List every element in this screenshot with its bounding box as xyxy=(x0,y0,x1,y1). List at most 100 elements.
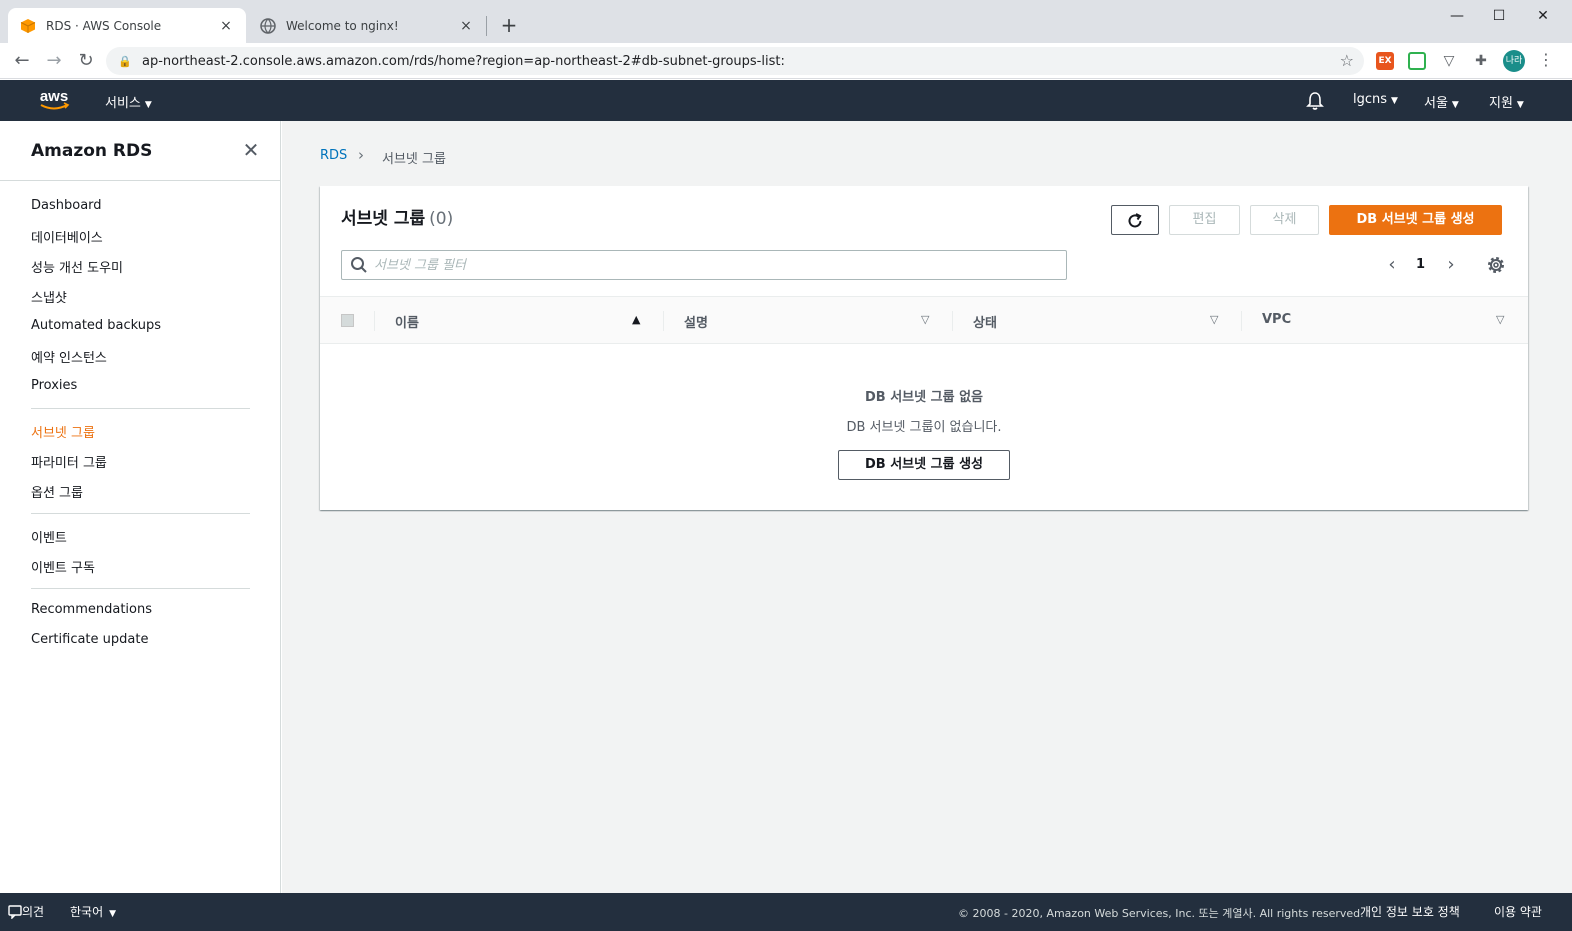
current-page-number[interactable]: 1 xyxy=(1416,257,1425,272)
column-header-name[interactable]: 이름 xyxy=(395,312,419,331)
sort-icon[interactable]: ▽ xyxy=(1210,313,1218,326)
extensions-puzzle-icon[interactable]: ✚ xyxy=(1472,52,1490,70)
gear-icon[interactable] xyxy=(1486,255,1506,275)
browser-toolbar: ← → ↻ 🔒 ap-northeast-2.console.aws.amazo… xyxy=(0,43,1572,79)
caret-down-icon: ▼ xyxy=(1391,96,1398,106)
divider xyxy=(0,180,281,181)
browser-menu-icon[interactable]: ⋮ xyxy=(1538,50,1554,69)
sidebar: Amazon RDS ✕ Dashboard 데이터베이스 성능 개선 도우미 … xyxy=(0,121,281,893)
language-label: 한국어 xyxy=(70,905,104,919)
sidebar-item-parameter-groups[interactable]: 파라미터 그룹 xyxy=(31,452,107,471)
back-arrow-icon[interactable]: ← xyxy=(10,49,34,73)
new-tab-button[interactable]: + xyxy=(498,14,520,36)
filter-search-box[interactable] xyxy=(341,250,1067,280)
account-menu[interactable]: lgcns ▼ xyxy=(1353,92,1398,107)
sidebar-item-databases[interactable]: 데이터베이스 xyxy=(31,227,103,246)
sidebar-item-option-groups[interactable]: 옵션 그룹 xyxy=(31,482,83,501)
column-header-description[interactable]: 설명 xyxy=(684,312,708,331)
search-icon xyxy=(351,257,367,273)
sidebar-item-reserved-instances[interactable]: 예약 인스턴스 xyxy=(31,347,107,366)
empty-create-subnet-group-button[interactable]: DB 서브넷 그룹 생성 xyxy=(838,450,1010,480)
panel-title: 서브넷 그룹 (0) xyxy=(341,204,453,229)
extension-v-icon[interactable]: ▽ xyxy=(1440,52,1458,70)
main-content: RDS › 서브넷 그룹 서브넷 그룹 (0) 편집 삭제 DB 서브넷 그룹 생… xyxy=(282,121,1572,893)
caret-down-icon: ▼ xyxy=(109,909,117,919)
empty-state-description: DB 서브넷 그룹이 없습니다. xyxy=(846,420,1002,435)
chevron-right-icon[interactable]: › xyxy=(1441,254,1461,276)
sidebar-item-performance-insights[interactable]: 성능 개선 도우미 xyxy=(31,257,123,276)
profile-avatar[interactable]: 나라 xyxy=(1503,50,1525,72)
lock-icon: 🔒 xyxy=(118,54,132,68)
sidebar-item-dashboard[interactable]: Dashboard xyxy=(31,198,102,213)
breadcrumb-current: 서브넷 그룹 xyxy=(382,152,446,167)
aws-box-icon xyxy=(20,18,36,33)
subnet-groups-panel: 서브넷 그룹(0) 편집 삭제 DB 서브넷 그룹 생성 ‹ 1 › xyxy=(320,186,1528,510)
support-menu[interactable]: 지원 ▼ xyxy=(1489,92,1524,111)
sidebar-item-automated-backups[interactable]: Automated backups xyxy=(31,318,161,333)
aws-top-nav: aws 서비스 ▼ lgcns ▼ 서울 ▼ 지원 ▼ xyxy=(0,80,1572,121)
create-subnet-group-button[interactable]: DB 서브넷 그룹 생성 xyxy=(1329,205,1502,235)
column-header-status[interactable]: 상태 xyxy=(973,312,997,331)
column-divider xyxy=(663,311,664,331)
sidebar-item-proxies[interactable]: Proxies xyxy=(31,378,77,393)
chevron-right-icon: › xyxy=(358,146,364,164)
sort-icon[interactable]: ▽ xyxy=(921,313,929,326)
browser-tab-nginx[interactable]: Welcome to nginx! × xyxy=(248,8,486,43)
bell-icon[interactable] xyxy=(1306,91,1324,111)
empty-state-title: DB 서브넷 그룹 없음 xyxy=(865,390,983,405)
aws-logo-icon[interactable]: aws xyxy=(36,87,72,113)
delete-button[interactable]: 삭제 xyxy=(1250,205,1319,235)
sidebar-item-certificate-update[interactable]: Certificate update xyxy=(31,632,148,647)
sort-ascending-icon[interactable]: ▲ xyxy=(632,313,640,326)
minimize-button[interactable]: — xyxy=(1434,4,1480,28)
refresh-button[interactable] xyxy=(1111,205,1159,235)
tab-separator xyxy=(486,16,487,36)
sidebar-item-events[interactable]: 이벤트 xyxy=(31,527,67,546)
footer: 의견 한국어 ▼ © 2008 - 2020, Amazon Web Servic… xyxy=(0,893,1572,931)
url-text: ap-northeast-2.console.aws.amazon.com/rd… xyxy=(142,53,785,69)
tab-title: Welcome to nginx! xyxy=(286,18,399,33)
select-all-checkbox[interactable] xyxy=(341,314,354,327)
tab-title: RDS · AWS Console xyxy=(46,18,162,33)
bookmark-star-icon[interactable]: ☆ xyxy=(1340,51,1354,70)
sort-icon[interactable]: ▽ xyxy=(1496,313,1504,326)
browser-tab-rds[interactable]: RDS · AWS Console × xyxy=(8,8,246,43)
terms-link[interactable]: 이용 약관 xyxy=(1494,903,1542,920)
edit-button[interactable]: 편집 xyxy=(1169,205,1240,235)
sidebar-title: Amazon RDS xyxy=(31,141,153,161)
panel-count: (0) xyxy=(429,209,454,229)
language-selector[interactable]: 한국어 ▼ xyxy=(70,903,116,920)
aws-logo-text: aws xyxy=(40,88,68,105)
refresh-icon xyxy=(1128,213,1142,228)
extension-ex-icon[interactable]: EX xyxy=(1376,52,1394,70)
tab-close-icon[interactable]: × xyxy=(218,18,234,34)
extension-green-icon[interactable] xyxy=(1408,52,1426,70)
feedback-link[interactable]: 의견 xyxy=(22,903,44,920)
copyright-text: © 2008 - 2020, Amazon Web Services, Inc.… xyxy=(958,907,1364,920)
breadcrumb-rds-link[interactable]: RDS xyxy=(320,148,347,163)
window-close-button[interactable]: ✕ xyxy=(1520,4,1566,28)
services-menu[interactable]: 서비스 ▼ xyxy=(105,92,152,111)
close-icon[interactable]: ✕ xyxy=(240,139,262,161)
caret-down-icon: ▼ xyxy=(1451,100,1459,110)
sidebar-item-recommendations[interactable]: Recommendations xyxy=(31,602,152,617)
filter-search-input[interactable] xyxy=(374,251,1054,279)
maximize-button[interactable]: ☐ xyxy=(1476,4,1522,28)
sidebar-item-event-subscriptions[interactable]: 이벤트 구독 xyxy=(31,557,95,576)
sidebar-item-snapshots[interactable]: 스냅샷 xyxy=(31,287,67,306)
forward-arrow-icon[interactable]: → xyxy=(42,49,66,73)
sidebar-item-subnet-groups[interactable]: 서브넷 그룹 xyxy=(31,422,95,441)
region-menu[interactable]: 서울 ▼ xyxy=(1424,92,1459,111)
chevron-left-icon[interactable]: ‹ xyxy=(1382,254,1402,276)
account-label: lgcns xyxy=(1353,92,1388,107)
caret-down-icon: ▼ xyxy=(144,100,152,110)
panel-title-text: 서브넷 그룹 xyxy=(341,209,426,229)
feedback-icon[interactable] xyxy=(8,905,22,919)
address-bar[interactable]: 🔒 ap-northeast-2.console.aws.amazon.com/… xyxy=(106,47,1364,75)
privacy-policy-link[interactable]: 개인 정보 보호 정책 xyxy=(1360,903,1460,920)
column-divider xyxy=(1241,311,1242,331)
tab-close-icon[interactable]: × xyxy=(458,18,474,34)
column-header-vpc[interactable]: VPC xyxy=(1262,312,1291,327)
region-label: 서울 xyxy=(1424,96,1448,111)
reload-icon[interactable]: ↻ xyxy=(74,49,98,73)
